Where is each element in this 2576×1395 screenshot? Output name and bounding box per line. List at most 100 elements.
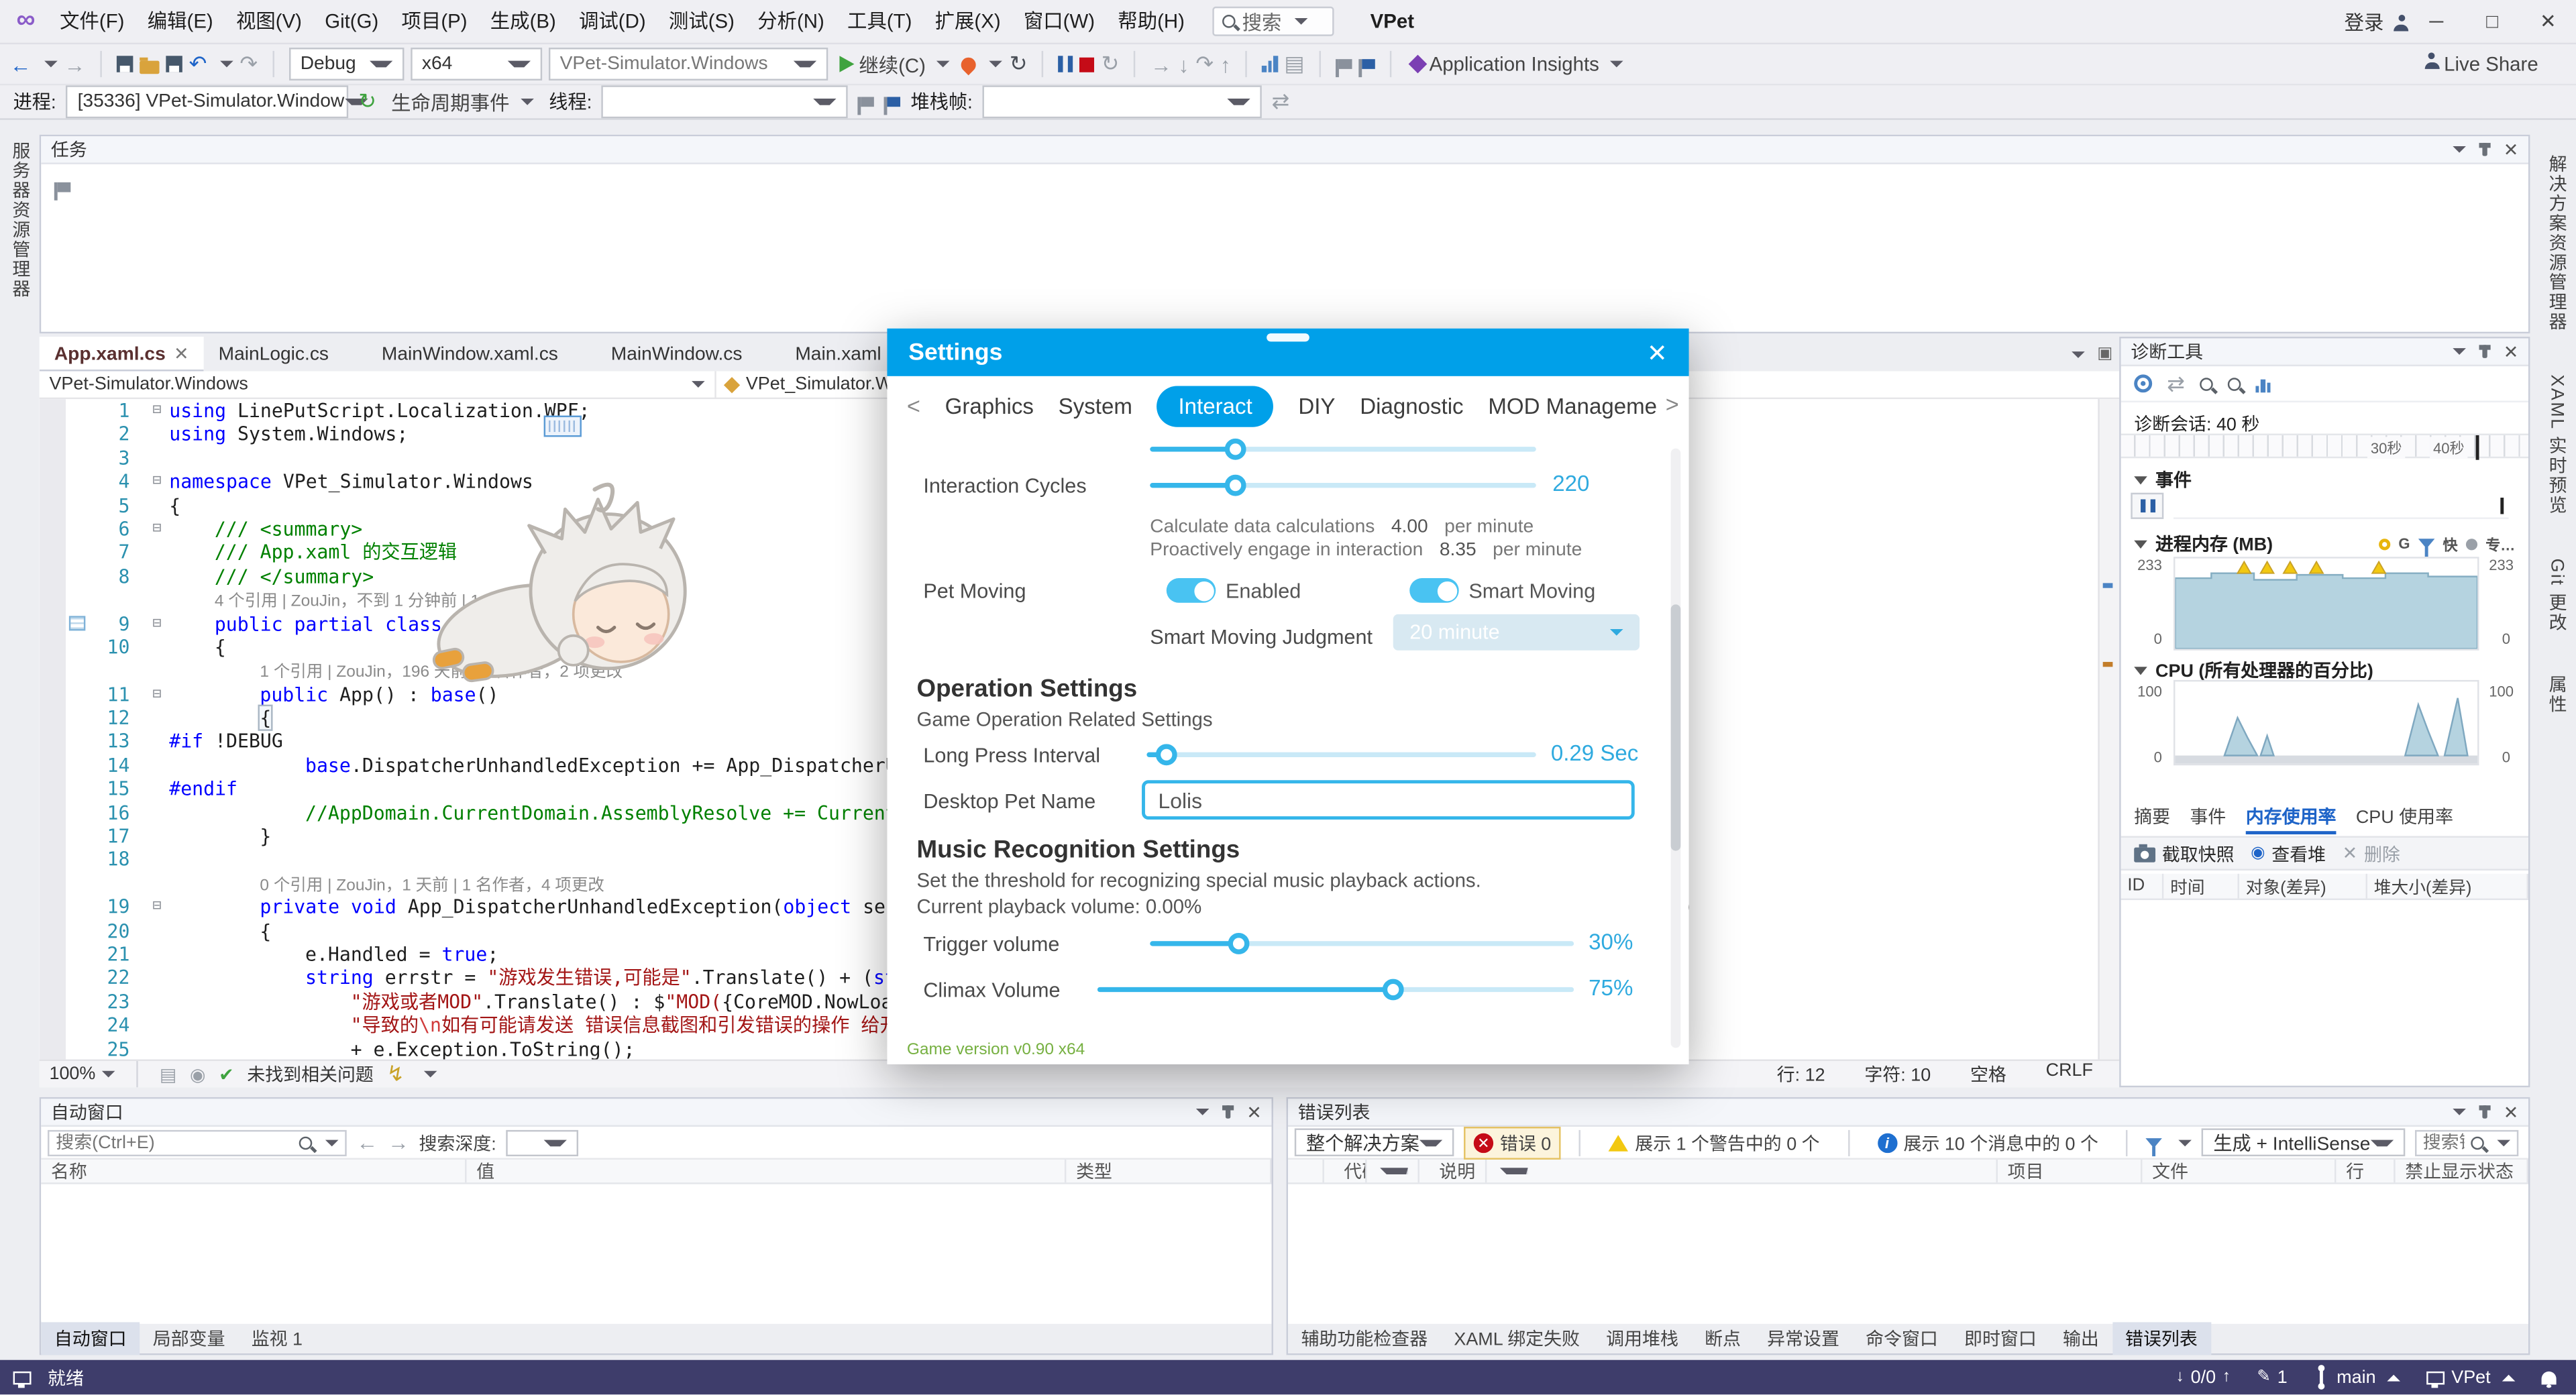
document-tab[interactable]: MainWindow.cs ✕ (596, 337, 781, 371)
chevron-down-icon[interactable] (2453, 348, 2466, 355)
audio-icon[interactable]: ◉ (190, 1064, 206, 1085)
memory-icon[interactable]: ▤ (1284, 51, 1304, 77)
col-project[interactable]: 项目 (1998, 1160, 2143, 1182)
minimize-button[interactable]: ─ (2408, 0, 2464, 44)
sign-in-button[interactable]: 登录 (2345, 7, 2409, 36)
caret-char[interactable]: 字符: 10 (1864, 1061, 1931, 1087)
chevron-down-icon[interactable] (2453, 146, 2466, 153)
close-icon[interactable]: ✕ (1246, 1101, 1262, 1123)
smart-judgment-dropdown[interactable]: 20 minute (1393, 614, 1640, 651)
chevron-down-icon[interactable] (2071, 351, 2084, 357)
thread-dropdown[interactable] (602, 85, 848, 118)
settings-tab[interactable]: MOD Management (1488, 394, 1675, 418)
col-line[interactable]: 行 (2336, 1160, 2395, 1182)
save-icon[interactable] (117, 56, 133, 72)
bottom-tab[interactable]: 监视 1 (238, 1322, 316, 1355)
diagnostics-tab[interactable]: 内存使用率 (2246, 803, 2337, 835)
error-list-grid[interactable] (1288, 1184, 2528, 1321)
menu-item[interactable]: 项目(P) (390, 0, 478, 44)
chevron-left-icon[interactable]: < (907, 392, 920, 418)
platform-dropdown[interactable]: x64 (411, 48, 542, 80)
open-folder-icon[interactable] (140, 60, 159, 73)
error-search-input[interactable] (2423, 1133, 2465, 1152)
undo-icon[interactable]: ↶ (189, 51, 207, 77)
eol-mode[interactable]: CRLF (2046, 1061, 2093, 1087)
fold-icon[interactable]: ⊟ (145, 683, 170, 706)
menu-item[interactable]: 扩展(X) (924, 0, 1012, 44)
warnings-filter-button[interactable]: 展示 1 个警告中的 0 个 (1599, 1126, 1829, 1159)
menu-item[interactable]: 文件(F) (48, 0, 136, 44)
zoom-in-icon[interactable] (2200, 377, 2213, 390)
fold-icon[interactable]: ⊟ (145, 470, 170, 494)
chevron-down-icon[interactable] (1195, 1109, 1209, 1115)
menu-item[interactable]: 窗口(W) (1012, 0, 1106, 44)
cropped-slider[interactable] (1150, 439, 1536, 460)
bookmark-icon[interactable] (1339, 59, 1352, 69)
bottom-tab[interactable]: XAML 绑定失败 (1441, 1322, 1593, 1355)
git-repo[interactable]: VPet (2426, 1368, 2515, 1387)
navigate-forward-icon[interactable]: → (64, 52, 86, 76)
pin-icon[interactable] (2482, 143, 2487, 156)
restart-icon[interactable]: ↻ (1010, 51, 1028, 77)
break-all-icon[interactable] (1059, 56, 1073, 72)
bottom-tab[interactable]: 局部变量 (140, 1322, 238, 1355)
maximize-button[interactable]: □ (2464, 0, 2520, 44)
sync-status[interactable]: ↓0/0↑ (2176, 1368, 2231, 1387)
fold-icon[interactable]: ⊟ (145, 895, 170, 919)
diagnostics-tab[interactable]: 事件 (2190, 803, 2226, 835)
zoom-out-icon[interactable] (2228, 377, 2241, 390)
trigger-volume-slider[interactable] (1150, 933, 1574, 954)
view-heap-button[interactable]: ◉查看堆 (2251, 840, 2326, 867)
sidebar-tab[interactable]: XAML 实时预览 (2543, 365, 2569, 525)
gear-icon[interactable] (2134, 374, 2152, 392)
close-icon[interactable]: ✕ (2504, 341, 2519, 362)
application-insights-dropdown[interactable]: Application Insights (1406, 46, 1629, 82)
menu-item[interactable]: 视图(V) (225, 0, 313, 44)
solution-config-dropdown[interactable]: Debug (289, 48, 404, 80)
quick-search-box[interactable]: 搜索 (1213, 7, 1334, 36)
save-all-icon[interactable] (166, 56, 182, 72)
menu-item[interactable]: 生成(B) (479, 0, 568, 44)
bottom-tab[interactable]: 调用堆栈 (1593, 1322, 1692, 1355)
settings-tab[interactable]: Diagnostic (1360, 394, 1463, 418)
show-next-statement-icon[interactable]: → (1150, 52, 1172, 76)
startup-project-dropdown[interactable]: VPet-Simulator.Windows (549, 48, 828, 80)
menu-item[interactable]: Git(G) (313, 0, 390, 44)
task-flag-icon[interactable] (58, 182, 71, 192)
bottom-tab[interactable]: 断点 (1691, 1322, 1754, 1355)
git-branch[interactable]: main (2314, 1368, 2400, 1387)
chart-icon[interactable] (2255, 376, 2271, 392)
bell-icon[interactable] (2542, 1371, 2557, 1384)
menu-item[interactable]: 工具(T) (836, 0, 924, 44)
pin-icon[interactable] (2482, 345, 2487, 358)
flag-blue-icon[interactable] (888, 97, 901, 107)
menu-item[interactable]: 编辑(E) (136, 0, 225, 44)
close-icon[interactable]: ✕ (2504, 1101, 2519, 1123)
chevron-right-icon[interactable]: > (1658, 391, 1679, 417)
settings-tab[interactable]: System (1059, 394, 1132, 418)
breadcrumb-project-dropdown[interactable]: VPet-Simulator.Windows (40, 370, 716, 398)
col-id[interactable]: ID (2121, 874, 2164, 899)
col-heapsize[interactable]: 堆大小(差异) (2367, 874, 2528, 899)
fold-icon[interactable]: ⊟ (145, 399, 170, 423)
caret-line[interactable]: 行: 12 (1777, 1061, 1825, 1087)
autos-grid[interactable] (41, 1184, 1271, 1321)
errors-filter-button[interactable]: ✕错误 0 (1464, 1126, 1561, 1159)
memory-section-header[interactable]: 进程内存 (MB) G 快 专… (2134, 531, 2515, 557)
pet-name-input[interactable] (1142, 780, 1635, 820)
col-name[interactable]: 名称 (41, 1160, 466, 1182)
drag-handle[interactable] (1267, 333, 1309, 341)
menu-item[interactable]: 帮助(H) (1106, 0, 1196, 44)
fold-icon[interactable]: ⊟ (145, 517, 170, 541)
autos-search-box[interactable] (48, 1129, 347, 1156)
col-suppression[interactable]: 禁止显示状态 (2396, 1160, 2528, 1182)
bottom-tab[interactable]: 自动窗口 (41, 1322, 140, 1355)
document-tab[interactable]: MainWindow.xaml.cs ✕ (367, 337, 596, 371)
indent-mode[interactable]: 空格 (1970, 1061, 2006, 1087)
take-snapshot-button[interactable]: 截取快照 (2134, 840, 2234, 867)
settings-tab[interactable]: Graphics (945, 394, 1034, 418)
code-actions-icon[interactable]: ↯ (386, 1061, 405, 1087)
col-objects[interactable]: 对象(差异) (2239, 874, 2367, 899)
toggle-icon[interactable]: ⇄ (1272, 89, 1290, 115)
margin-glyph-icon[interactable] (69, 615, 85, 630)
